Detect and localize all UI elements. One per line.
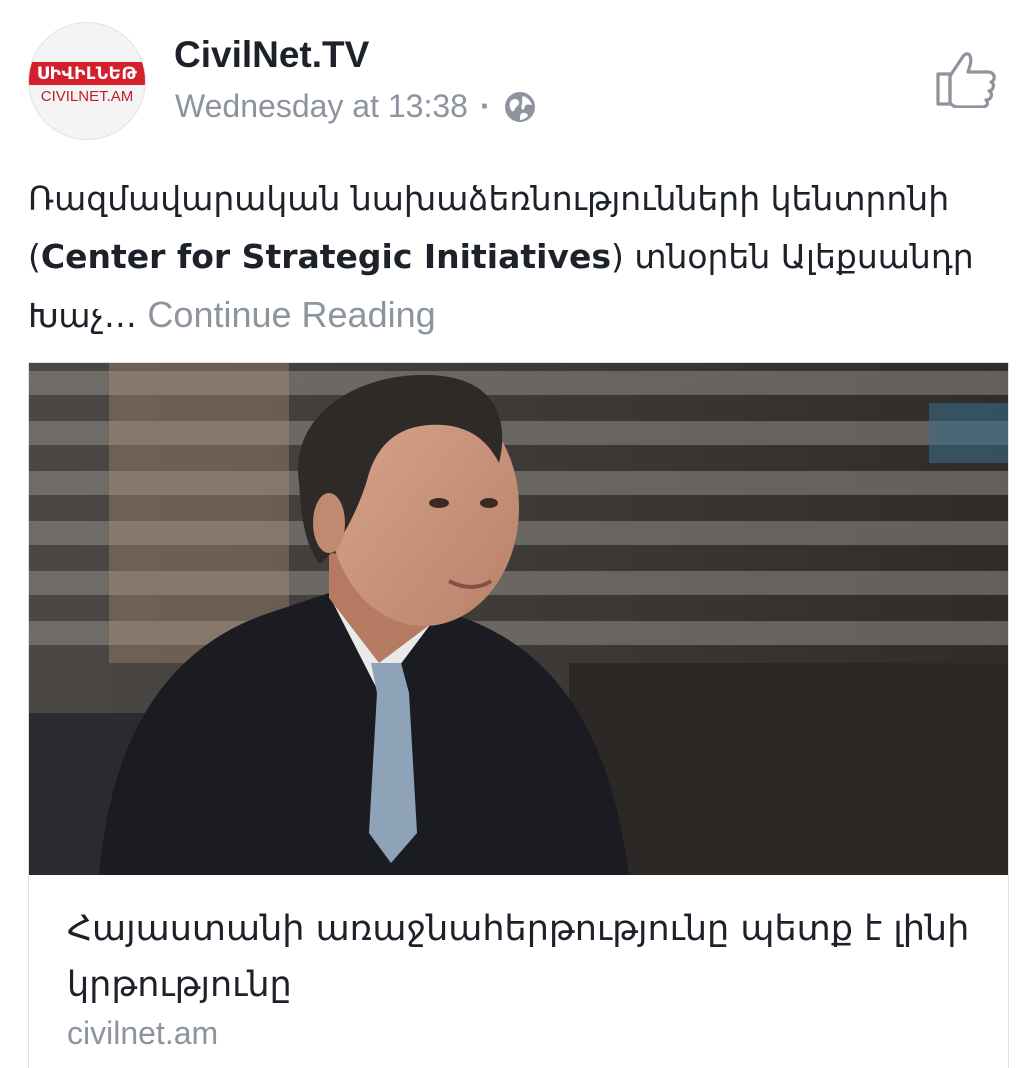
page-name-link[interactable]: CivilNet.TV — [174, 34, 369, 76]
avatar-logo-top-text: ՍԻՎԻԼՆԵԹ — [29, 61, 145, 85]
globe-icon — [504, 91, 535, 122]
meta-separator: · — [479, 88, 491, 124]
link-preview-image[interactable] — [29, 363, 1008, 875]
post-message-bold: Center for Strategic Initiatives — [40, 237, 611, 276]
link-preview-domain: civilnet.am — [67, 1015, 219, 1051]
avatar-logo-bottom-text: CIVILNET.AM — [40, 87, 134, 105]
link-preview-card[interactable]: Հայաստանի առաջնահերթությունը պետք է լինի… — [28, 362, 1009, 1068]
continue-reading-link[interactable]: Continue Reading — [147, 294, 435, 335]
thumbs-up-icon[interactable] — [934, 48, 998, 108]
avatar-logo: ՍԻՎԻԼՆԵԹ CIVILNET.AM — [29, 59, 145, 107]
link-preview-title[interactable]: Հայաստանի առաջնահերթությունը պետք է լինի… — [67, 901, 977, 1013]
page-avatar[interactable]: ՍԻՎԻԼՆԵԹ CIVILNET.AM — [28, 22, 146, 140]
post-timestamp[interactable]: Wednesday at 13:38 — [175, 88, 468, 125]
feed-post: ՍԻՎԻԼՆԵԹ CIVILNET.AM CivilNet.TV Wednesd… — [0, 0, 1028, 1068]
post-meta: Wednesday at 13:38 · — [175, 88, 537, 125]
post-message: Ռազմավարական նախաձեռնությունների կենտրոն… — [28, 170, 1008, 345]
